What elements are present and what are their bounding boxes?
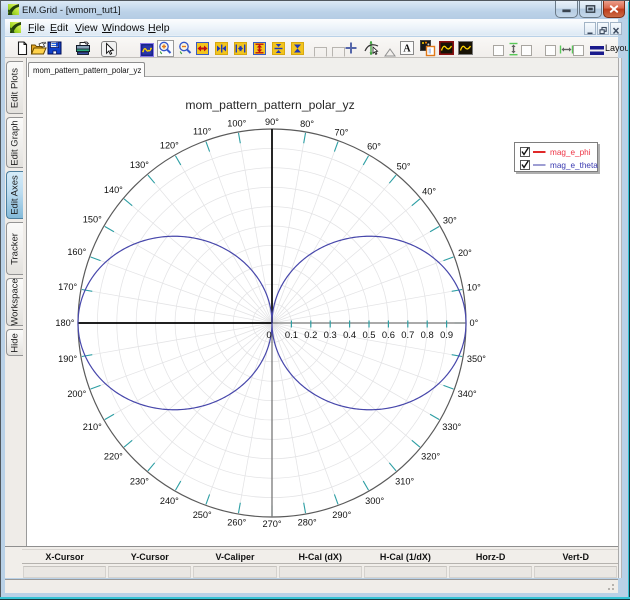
svg-text:50°: 50°	[397, 161, 411, 171]
svg-text:90°: 90°	[265, 117, 279, 127]
svg-text:20°: 20°	[458, 248, 472, 258]
svg-text:0.1: 0.1	[285, 329, 298, 340]
svg-text:mom_pattern_pattern_polar_yz: mom_pattern_pattern_polar_yz	[185, 98, 354, 112]
svg-text:110°: 110°	[193, 126, 212, 136]
svg-text:330°: 330°	[442, 422, 461, 432]
svg-text:60°: 60°	[367, 142, 381, 152]
svg-text:mag_e_theta: mag_e_theta	[550, 161, 598, 170]
svg-text:170°: 170°	[58, 282, 77, 292]
svg-text:40°: 40°	[422, 186, 436, 196]
svg-text:120°: 120°	[160, 140, 179, 150]
svg-text:260°: 260°	[227, 518, 246, 528]
svg-text:80°: 80°	[300, 119, 314, 129]
svg-text:70°: 70°	[335, 127, 349, 137]
svg-text:0: 0	[266, 329, 271, 340]
svg-text:30°: 30°	[443, 216, 457, 226]
svg-text:240°: 240°	[160, 496, 179, 506]
svg-text:0.7: 0.7	[401, 329, 414, 340]
svg-text:mag_e_phi: mag_e_phi	[550, 148, 591, 157]
svg-text:0.8: 0.8	[421, 329, 434, 340]
svg-text:320°: 320°	[421, 451, 440, 461]
svg-text:A: A	[403, 44, 411, 55]
svg-text:0.9: 0.9	[440, 329, 453, 340]
svg-text:180°: 180°	[55, 318, 74, 328]
svg-text:350°: 350°	[467, 354, 486, 364]
svg-text:0°: 0°	[470, 318, 479, 328]
svg-text:250°: 250°	[193, 510, 212, 520]
svg-text:130°: 130°	[130, 160, 149, 170]
svg-text:0.4: 0.4	[343, 329, 356, 340]
svg-text:100°: 100°	[227, 119, 246, 129]
svg-text:220°: 220°	[104, 451, 123, 461]
svg-text:270°: 270°	[262, 519, 281, 529]
svg-text:290°: 290°	[332, 510, 351, 520]
svg-text:0.5: 0.5	[362, 329, 375, 340]
svg-text:280°: 280°	[298, 518, 317, 528]
svg-text:10°: 10°	[467, 283, 481, 293]
svg-text:0.2: 0.2	[304, 329, 317, 340]
svg-text:230°: 230°	[130, 476, 149, 486]
svg-text:0.6: 0.6	[382, 329, 395, 340]
svg-text:150°: 150°	[83, 214, 102, 224]
svg-text:140°: 140°	[104, 185, 123, 195]
svg-text:160°: 160°	[67, 247, 86, 257]
svg-text:210°: 210°	[83, 422, 102, 432]
svg-text:340°: 340°	[458, 389, 477, 399]
svg-text:310°: 310°	[395, 476, 414, 486]
svg-text:0.3: 0.3	[324, 329, 337, 340]
svg-text:190°: 190°	[58, 354, 77, 364]
svg-text:300°: 300°	[365, 496, 384, 506]
svg-text:200°: 200°	[67, 389, 86, 399]
